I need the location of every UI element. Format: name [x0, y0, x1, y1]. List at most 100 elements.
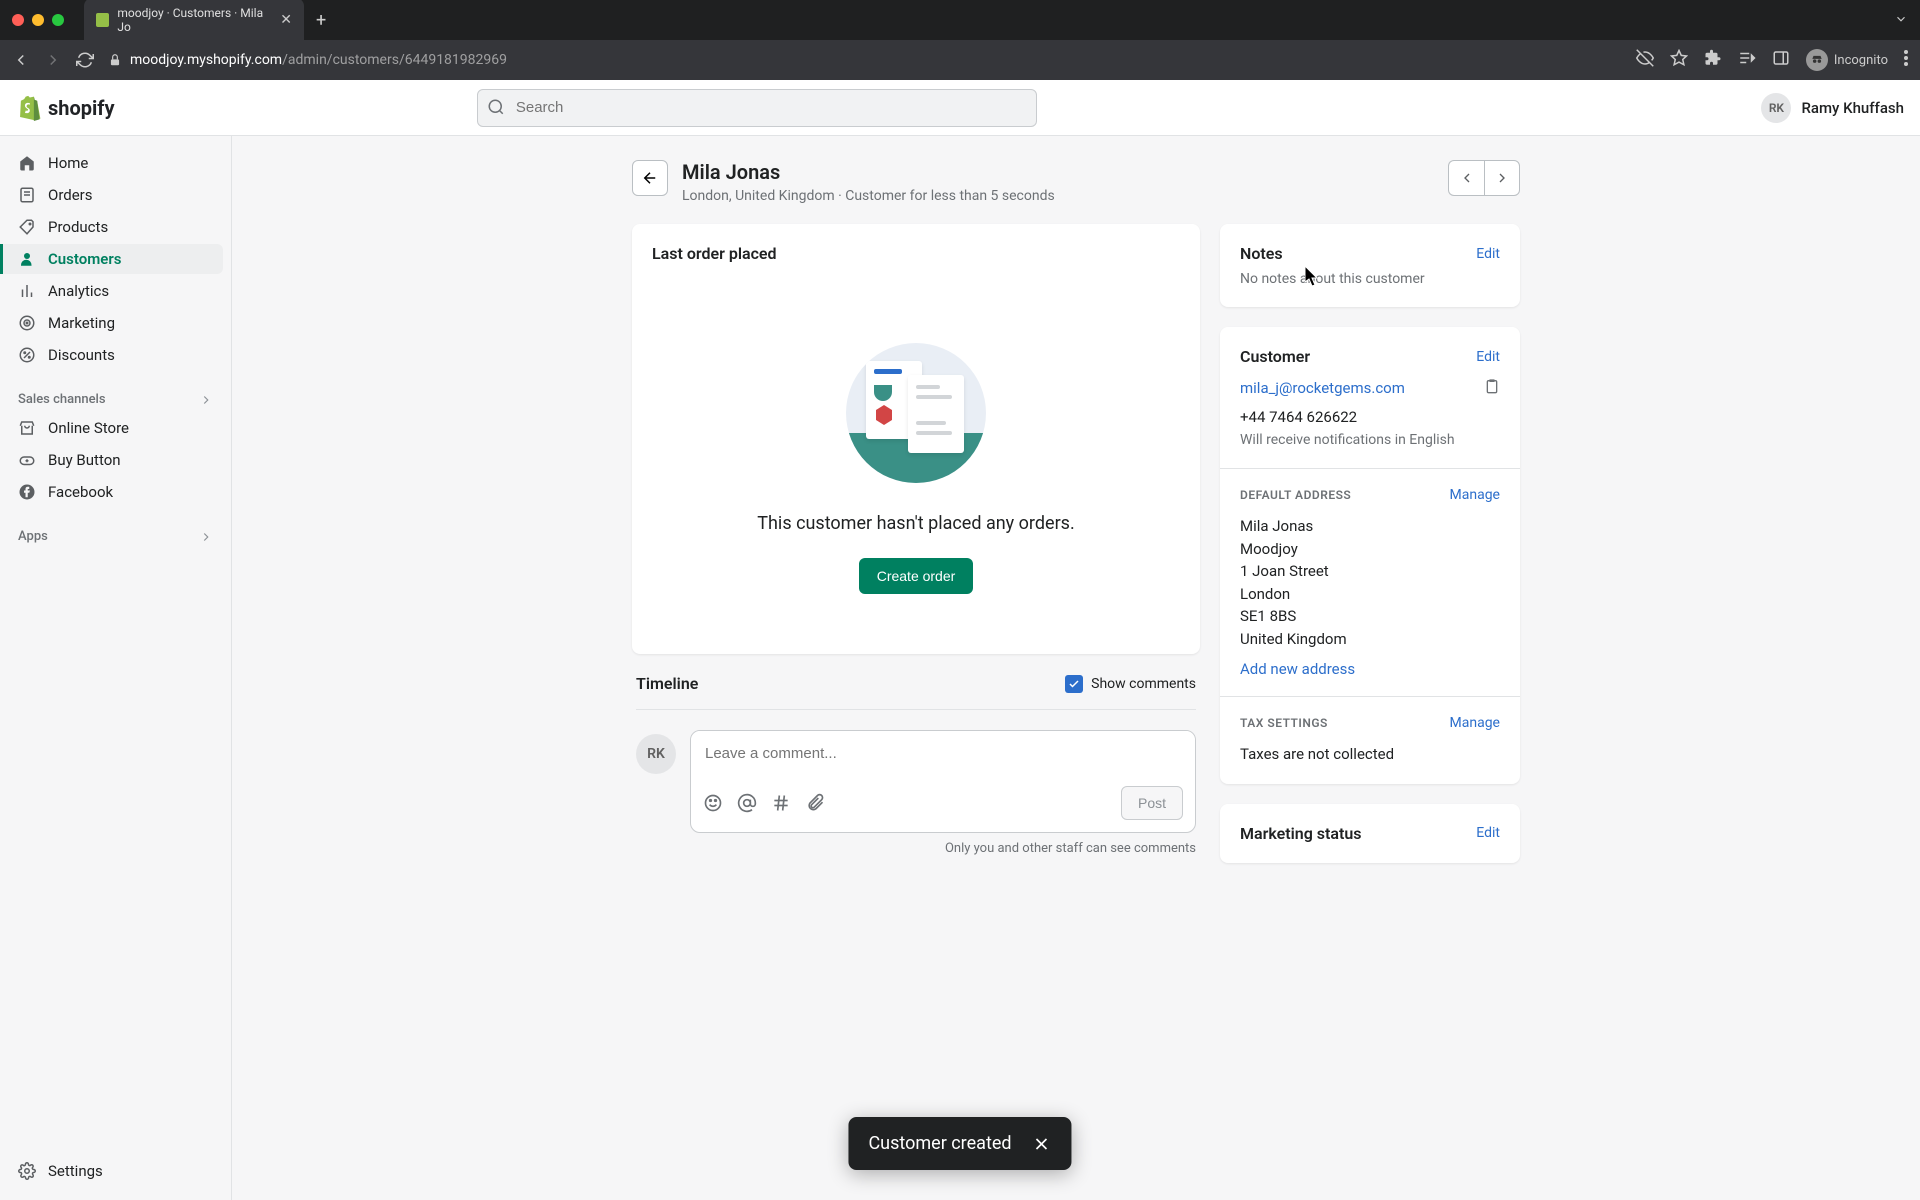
customer-email[interactable]: mila_j@rocketgems.com	[1240, 379, 1405, 397]
address-company: Moodjoy	[1240, 538, 1500, 561]
address-street: 1 Joan Street	[1240, 560, 1500, 583]
orders-card-title: Last order placed	[652, 244, 1180, 263]
post-button[interactable]: Post	[1121, 786, 1183, 820]
hashtag-icon[interactable]	[771, 793, 791, 813]
notes-title: Notes	[1240, 244, 1283, 263]
forward-nav-icon[interactable]	[44, 51, 62, 69]
buy-button-icon	[18, 451, 36, 469]
sidebar-item-marketing[interactable]: Marketing	[8, 308, 223, 338]
toast-close-icon[interactable]	[1032, 1134, 1052, 1154]
sidebar-item-label: Facebook	[48, 483, 113, 501]
home-icon	[18, 154, 36, 172]
incognito-badge[interactable]: Incognito	[1806, 49, 1888, 71]
comment-avatar: RK	[636, 734, 676, 774]
star-icon[interactable]	[1670, 49, 1688, 71]
sidebar-item-label: Customers	[48, 250, 121, 268]
sidebar-item-settings[interactable]: Settings	[8, 1154, 223, 1188]
edit-marketing-link[interactable]: Edit	[1476, 825, 1500, 841]
eye-off-icon[interactable]	[1636, 49, 1654, 71]
back-button[interactable]	[632, 160, 668, 196]
sidebar-item-buy-button[interactable]: Buy Button	[8, 445, 223, 475]
chevron-right-icon	[199, 530, 213, 544]
customers-icon	[18, 250, 36, 268]
sidebar-item-label: Orders	[48, 186, 93, 204]
chevron-left-icon	[1459, 170, 1475, 186]
sidebar-item-discounts[interactable]: Discounts	[8, 340, 223, 370]
incognito-icon	[1806, 49, 1828, 71]
next-customer-button[interactable]	[1484, 160, 1520, 196]
manage-tax-link[interactable]: Manage	[1450, 715, 1500, 731]
window-close[interactable]	[12, 14, 24, 26]
gear-icon	[18, 1162, 36, 1180]
notes-empty-text: No notes about this customer	[1240, 271, 1500, 287]
user-avatar: RK	[1761, 93, 1791, 123]
attachment-icon[interactable]	[805, 793, 825, 813]
sidebar-item-label: Buy Button	[48, 451, 121, 469]
playlist-icon[interactable]	[1738, 49, 1756, 71]
empty-orders-illustration	[846, 343, 986, 483]
logo-text: shopify	[48, 96, 115, 120]
window-max[interactable]	[52, 14, 64, 26]
url-host: moodjoy.myshopify.com	[130, 52, 282, 68]
address-city: London	[1240, 583, 1500, 606]
search-input[interactable]	[477, 89, 1037, 127]
checkbox-checked-icon	[1065, 675, 1083, 693]
page-title: Mila Jonas	[682, 160, 1055, 184]
comment-privacy-note: Only you and other staff can see comment…	[690, 841, 1196, 856]
customer-card-title: Customer	[1240, 347, 1310, 366]
menu-dots-icon[interactable]	[1904, 50, 1908, 70]
panel-icon[interactable]	[1772, 49, 1790, 71]
user-menu[interactable]: RK Ramy Khuffash	[1761, 93, 1904, 123]
shopify-bag-icon	[16, 95, 42, 121]
clipboard-icon[interactable]	[1484, 378, 1500, 398]
address-section-title: DEFAULT ADDRESS	[1240, 488, 1351, 502]
analytics-icon	[18, 282, 36, 300]
sidebar-item-analytics[interactable]: Analytics	[8, 276, 223, 306]
address-name: Mila Jonas	[1240, 515, 1500, 538]
sidebar-item-orders[interactable]: Orders	[8, 180, 223, 210]
add-address-link[interactable]: Add new address	[1240, 660, 1500, 678]
sidebar-item-customers[interactable]: Customers	[0, 244, 223, 274]
manage-address-link[interactable]: Manage	[1450, 487, 1500, 503]
toast-message: Customer created	[868, 1133, 1011, 1154]
sidebar-item-online-store[interactable]: Online Store	[8, 413, 223, 443]
customer-lang: Will receive notifications in English	[1240, 432, 1500, 448]
empty-orders-message: This customer hasn't placed any orders.	[652, 513, 1180, 534]
extensions-icon[interactable]	[1704, 49, 1722, 71]
facebook-icon	[18, 483, 36, 501]
comment-input[interactable]	[691, 731, 1195, 782]
tax-status: Taxes are not collected	[1240, 743, 1500, 766]
emoji-icon[interactable]	[703, 793, 723, 813]
url-path: /admin/customers/6449181982969	[282, 52, 507, 68]
sidebar-item-label: Marketing	[48, 314, 115, 332]
marketing-title: Marketing status	[1240, 824, 1362, 843]
sidebar-item-home[interactable]: Home	[8, 148, 223, 178]
sidebar-item-products[interactable]: Products	[8, 212, 223, 242]
chevron-right-icon	[1494, 170, 1510, 186]
timeline-title: Timeline	[636, 674, 698, 693]
window-min[interactable]	[32, 14, 44, 26]
shopify-logo[interactable]: shopify	[16, 95, 115, 121]
close-tab-icon[interactable]: ✕	[280, 12, 292, 28]
back-nav-icon[interactable]	[12, 51, 30, 69]
chevron-right-icon	[199, 393, 213, 407]
address-zip: SE1 8BS	[1240, 605, 1500, 628]
user-name: Ramy Khuffash	[1801, 99, 1904, 117]
browser-tab[interactable]: moodjoy · Customers · Mila Jo ✕	[84, 0, 304, 42]
reload-icon[interactable]	[76, 51, 94, 69]
prev-customer-button[interactable]	[1448, 160, 1484, 196]
orders-icon	[18, 186, 36, 204]
mention-icon[interactable]	[737, 793, 757, 813]
sidebar-section-sales[interactable]: Sales channels	[8, 382, 223, 413]
sidebar-item-label: Settings	[48, 1162, 103, 1180]
show-comments-toggle[interactable]: Show comments	[1065, 675, 1196, 693]
edit-notes-link[interactable]: Edit	[1476, 246, 1500, 262]
sidebar-section-apps[interactable]: Apps	[8, 519, 223, 550]
sidebar-item-facebook[interactable]: Facebook	[8, 477, 223, 507]
sidebar-item-label: Products	[48, 218, 108, 236]
address-bar[interactable]: moodjoy.myshopify.com/admin/customers/64…	[108, 52, 1622, 68]
new-tab-button[interactable]: +	[316, 10, 326, 31]
edit-customer-link[interactable]: Edit	[1476, 349, 1500, 365]
create-order-button[interactable]: Create order	[859, 558, 974, 594]
tabs-dropdown-icon[interactable]	[1894, 11, 1908, 30]
